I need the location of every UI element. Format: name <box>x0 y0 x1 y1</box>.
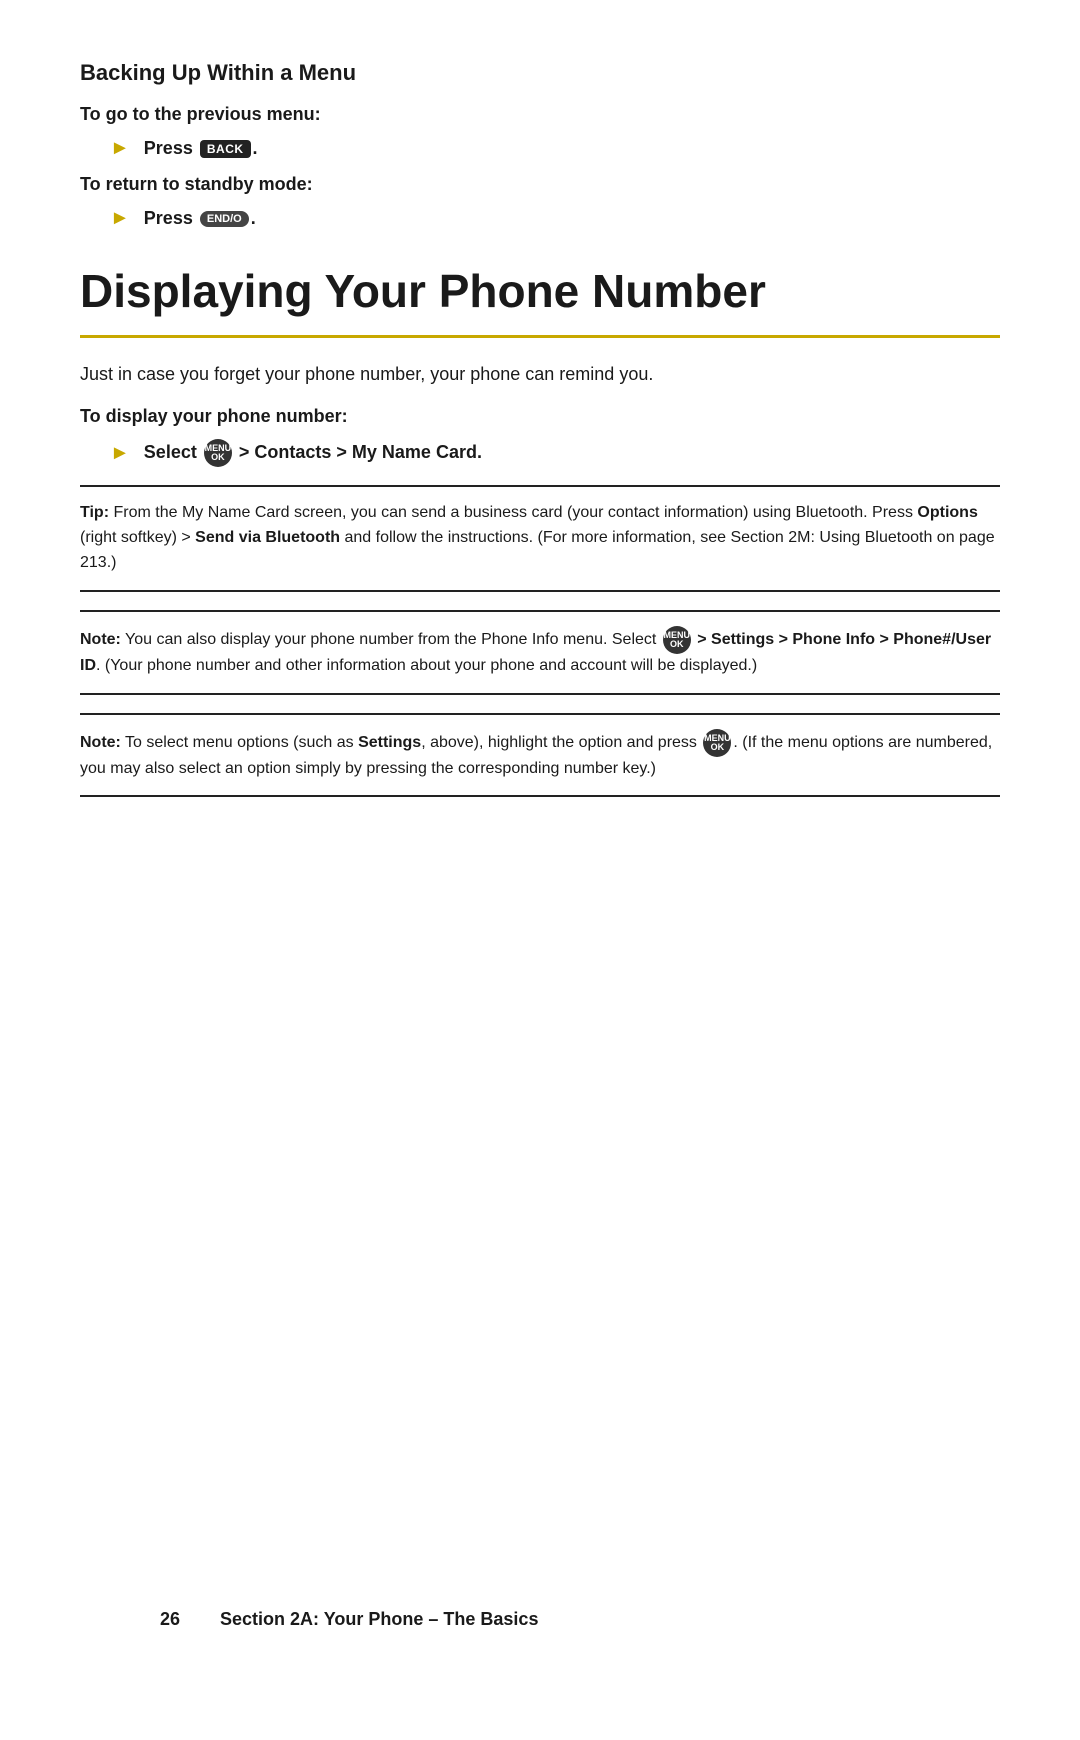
select-instruction-text: Select MENUOK > Contacts > My Name Card. <box>144 439 482 467</box>
note1-label: Note: <box>80 631 121 648</box>
note2-text: Note: To select menu options (such as Se… <box>80 729 1000 782</box>
select-bullet-row: ► Select MENUOK > Contacts > My Name Car… <box>110 439 1000 467</box>
arrow-bullet-2: ► <box>110 207 130 230</box>
instruction1-label: To go to the previous menu: <box>80 104 1000 125</box>
tip-options: Options <box>917 504 977 521</box>
note2-label: Note: <box>80 734 121 751</box>
press-end-text: Press END/O. <box>144 208 256 229</box>
tip-label: Tip: <box>80 504 109 521</box>
tip-text: Tip: From the My Name Card screen, you c… <box>80 501 1000 575</box>
end-key-badge: END/O <box>200 211 249 227</box>
note2-settings: Settings <box>358 734 421 751</box>
display-instruction-label: To display your phone number: <box>80 406 1000 427</box>
press-back-row: ► Press BACK. <box>110 137 1000 160</box>
press-end-row: ► Press END/O. <box>110 207 1000 230</box>
menu-ok-badge: MENUOK <box>204 439 232 467</box>
arrow-bullet-3: ► <box>110 442 130 465</box>
backing-up-heading: Backing Up Within a Menu <box>80 60 1000 86</box>
note1-text: Note: You can also display your phone nu… <box>80 626 1000 679</box>
note1-box: Note: You can also display your phone nu… <box>80 610 1000 695</box>
note2-box: Note: To select menu options (such as Se… <box>80 713 1000 798</box>
backing-up-section: Backing Up Within a Menu To go to the pr… <box>80 60 1000 230</box>
note2-menu-badge: MENUOK <box>703 729 731 757</box>
displaying-body: Just in case you forget your phone numbe… <box>80 360 1000 389</box>
arrow-bullet-1: ► <box>110 137 130 160</box>
displaying-heading: Displaying Your Phone Number <box>80 266 1000 317</box>
displaying-section: Displaying Your Phone Number Just in cas… <box>80 266 1000 797</box>
section-divider <box>80 335 1000 338</box>
tip-send: Send via Bluetooth <box>195 529 340 546</box>
tip-box: Tip: From the My Name Card screen, you c… <box>80 485 1000 591</box>
back-key-badge: BACK <box>200 140 251 158</box>
press-back-text: Press BACK. <box>144 138 258 159</box>
note1-menu-badge: MENUOK <box>663 626 691 654</box>
instruction2-label: To return to standby mode: <box>80 174 1000 195</box>
